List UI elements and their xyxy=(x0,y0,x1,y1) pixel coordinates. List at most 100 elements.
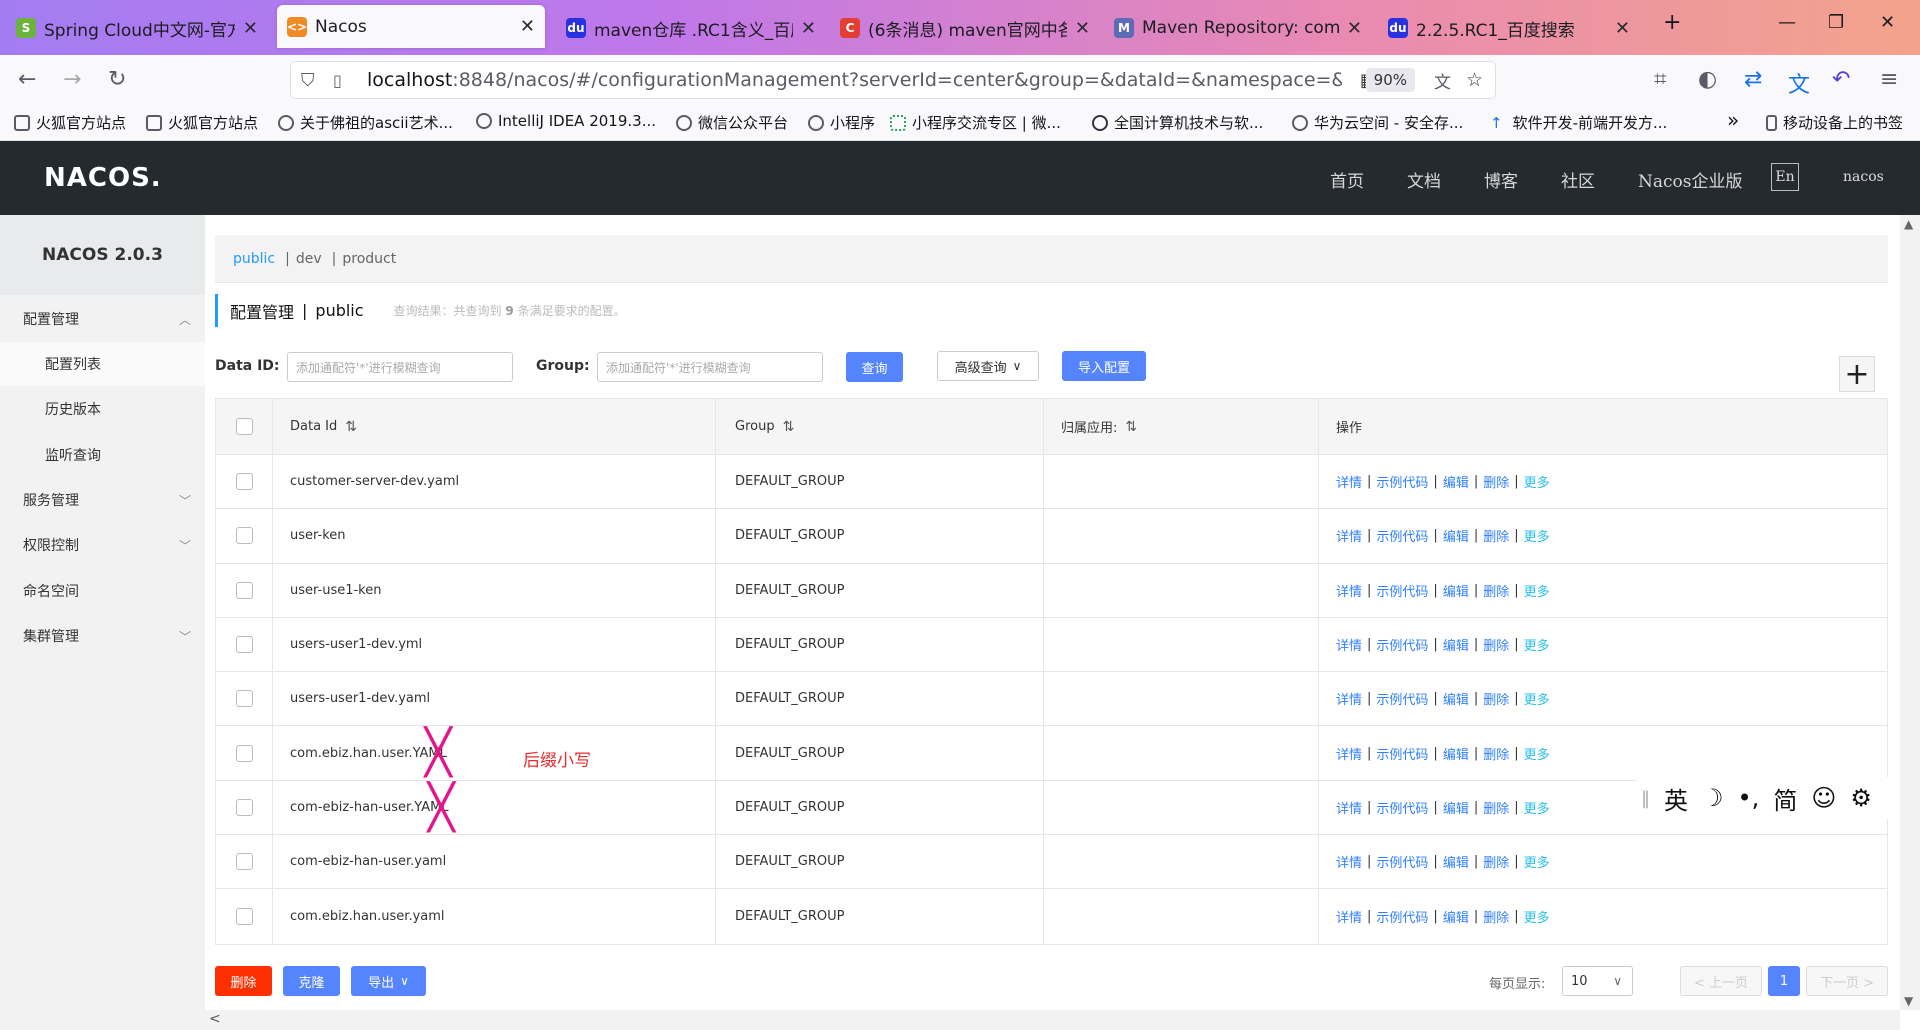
browser-tab[interactable]: M Maven Repository: com.aliba ✕ xyxy=(1104,8,1372,48)
nav-blog[interactable]: 博客 xyxy=(1484,167,1518,192)
row-checkbox[interactable] xyxy=(235,744,253,762)
page-size-select[interactable]: 10 ∨ xyxy=(1562,966,1633,996)
more-link[interactable]: 更多 xyxy=(1524,852,1550,871)
sample-code-link[interactable]: 示例代码 xyxy=(1376,526,1428,545)
more-link[interactable]: 更多 xyxy=(1524,472,1550,491)
sort-icon[interactable]: ⇅ xyxy=(783,419,795,435)
translate-ext-icon[interactable]: 文 xyxy=(1788,67,1810,99)
sample-code-link[interactable]: 示例代码 xyxy=(1376,635,1428,654)
minimize-icon[interactable]: — xyxy=(1778,12,1796,33)
detail-link[interactable]: 详情 xyxy=(1336,907,1362,926)
vertical-scrollbar[interactable]: ▲ ▼ xyxy=(1900,215,1920,1010)
export-button[interactable]: 导出 ∨ xyxy=(351,966,426,996)
detail-link[interactable]: 详情 xyxy=(1336,689,1362,708)
settings-gear-icon[interactable]: ⚙ xyxy=(1850,784,1872,812)
edit-link[interactable]: 编辑 xyxy=(1443,798,1469,817)
next-page-button[interactable]: 下一页 > xyxy=(1806,966,1888,996)
nav-home[interactable]: 首页 xyxy=(1330,167,1364,192)
header-group[interactable]: Group ⇅ xyxy=(716,399,1044,454)
nav-enterprise[interactable]: Nacos企业版 xyxy=(1638,167,1743,192)
row-checkbox[interactable] xyxy=(235,581,253,599)
url-bar[interactable]: ⛉ ▯ localhost:8848/nacos/#/configuration… xyxy=(290,61,1496,99)
delete-link[interactable]: 删除 xyxy=(1483,907,1509,926)
sample-code-link[interactable]: 示例代码 xyxy=(1376,581,1428,600)
add-config-button[interactable]: + xyxy=(1839,356,1875,392)
clone-button[interactable]: 克隆 xyxy=(283,966,340,996)
prev-page-button[interactable]: < 上一页 xyxy=(1680,966,1762,996)
sidebar-item-config-management[interactable]: 配置管理 ︿ xyxy=(0,297,205,341)
sample-code-link[interactable]: 示例代码 xyxy=(1376,798,1428,817)
sample-code-link[interactable]: 示例代码 xyxy=(1376,472,1428,491)
ime-language-toggle[interactable]: 英 xyxy=(1664,781,1688,816)
sidebar-item-cluster-management[interactable]: 集群管理 ﹀ xyxy=(0,614,205,658)
edit-link[interactable]: 编辑 xyxy=(1443,744,1469,763)
bookmark-item[interactable]: 小程序交流专区 | 微... xyxy=(890,112,1061,133)
namespace-public[interactable]: public xyxy=(233,251,275,267)
delete-link[interactable]: 删除 xyxy=(1483,581,1509,600)
delete-link[interactable]: 删除 xyxy=(1483,472,1509,491)
emoji-icon[interactable]: ☺ xyxy=(1811,784,1836,812)
zoom-level[interactable]: 90% xyxy=(1365,68,1415,92)
import-config-button[interactable]: 导入配置 xyxy=(1062,351,1146,381)
header-app[interactable]: 归属应用: ⇅ xyxy=(1044,399,1319,454)
dataid-input[interactable]: 添加通配符'*'进行模糊查询 xyxy=(287,352,513,382)
sidebar-item-service-management[interactable]: 服务管理 ﹀ xyxy=(0,478,205,522)
bookmark-item[interactable]: 火狐官方站点 xyxy=(14,112,126,133)
user-name[interactable]: nacos xyxy=(1843,169,1884,185)
scroll-left-icon[interactable]: < xyxy=(209,1011,221,1027)
row-checkbox[interactable] xyxy=(235,908,253,926)
punctuation-icon[interactable]: •, xyxy=(1738,784,1760,812)
bookmark-item[interactable]: 火狐官方站点 xyxy=(146,112,258,133)
detail-link[interactable]: 详情 xyxy=(1336,581,1362,600)
tab-close-icon[interactable]: ✕ xyxy=(1075,18,1090,39)
scroll-up-icon[interactable]: ▲ xyxy=(1904,217,1913,231)
delete-button[interactable]: 删除 xyxy=(215,966,272,996)
more-link[interactable]: 更多 xyxy=(1524,526,1550,545)
edit-link[interactable]: 编辑 xyxy=(1443,635,1469,654)
namespace-product[interactable]: product xyxy=(342,251,396,267)
query-button[interactable]: 查询 xyxy=(846,352,903,382)
sample-code-link[interactable]: 示例代码 xyxy=(1376,852,1428,871)
edit-link[interactable]: 编辑 xyxy=(1443,472,1469,491)
page-icon[interactable]: ▯ xyxy=(333,71,342,90)
delete-link[interactable]: 删除 xyxy=(1483,526,1509,545)
sidebar-item-listener-query[interactable]: 监听查询 xyxy=(0,433,205,477)
tab-close-icon[interactable]: ✕ xyxy=(520,16,535,37)
row-checkbox[interactable] xyxy=(235,853,253,871)
browser-tab[interactable]: du 2.2.5.RC1_百度搜索 ✕ xyxy=(1378,8,1640,48)
restore-icon[interactable]: ❐ xyxy=(1828,12,1844,33)
horizontal-scrollbar[interactable]: < xyxy=(205,1010,1900,1030)
delete-link[interactable]: 删除 xyxy=(1483,852,1509,871)
detail-link[interactable]: 详情 xyxy=(1336,472,1362,491)
sample-code-link[interactable]: 示例代码 xyxy=(1376,689,1428,708)
nav-community[interactable]: 社区 xyxy=(1561,167,1595,192)
sample-code-link[interactable]: 示例代码 xyxy=(1376,907,1428,926)
more-link[interactable]: 更多 xyxy=(1524,744,1550,763)
more-link[interactable]: 更多 xyxy=(1524,689,1550,708)
tab-close-icon[interactable]: ✕ xyxy=(1615,18,1630,39)
browser-tab[interactable]: C (6条消息) maven官网中各个版本 ✕ xyxy=(830,8,1100,48)
detail-link[interactable]: 详情 xyxy=(1336,744,1362,763)
row-checkbox[interactable] xyxy=(235,473,253,491)
reload-icon[interactable]: ↻ xyxy=(108,67,126,92)
close-window-icon[interactable]: ✕ xyxy=(1880,12,1895,33)
sort-icon[interactable]: ⇅ xyxy=(1125,419,1137,435)
menu-icon[interactable]: ≡ xyxy=(1880,67,1898,92)
delete-link[interactable]: 删除 xyxy=(1483,689,1509,708)
browser-tab-active[interactable]: <> Nacos ✕ xyxy=(277,5,545,48)
nav-docs[interactable]: 文档 xyxy=(1407,167,1441,192)
mobile-bookmarks[interactable]: 移动设备上的书签 xyxy=(1766,112,1903,133)
detail-link[interactable]: 详情 xyxy=(1336,798,1362,817)
edit-link[interactable]: 编辑 xyxy=(1443,907,1469,926)
delete-link[interactable]: 删除 xyxy=(1483,744,1509,763)
row-checkbox[interactable] xyxy=(235,527,253,545)
edit-link[interactable]: 编辑 xyxy=(1443,526,1469,545)
sample-code-link[interactable]: 示例代码 xyxy=(1376,744,1428,763)
row-checkbox[interactable] xyxy=(235,690,253,708)
page-number-current[interactable]: 1 xyxy=(1768,966,1800,996)
delete-link[interactable]: 删除 xyxy=(1483,798,1509,817)
group-input[interactable]: 添加通配符'*'进行模糊查询 xyxy=(597,352,823,382)
sync-icon[interactable]: ⇄ xyxy=(1744,67,1762,92)
sort-icon[interactable]: ⇅ xyxy=(345,419,357,435)
forward-icon[interactable]: → xyxy=(63,67,81,92)
